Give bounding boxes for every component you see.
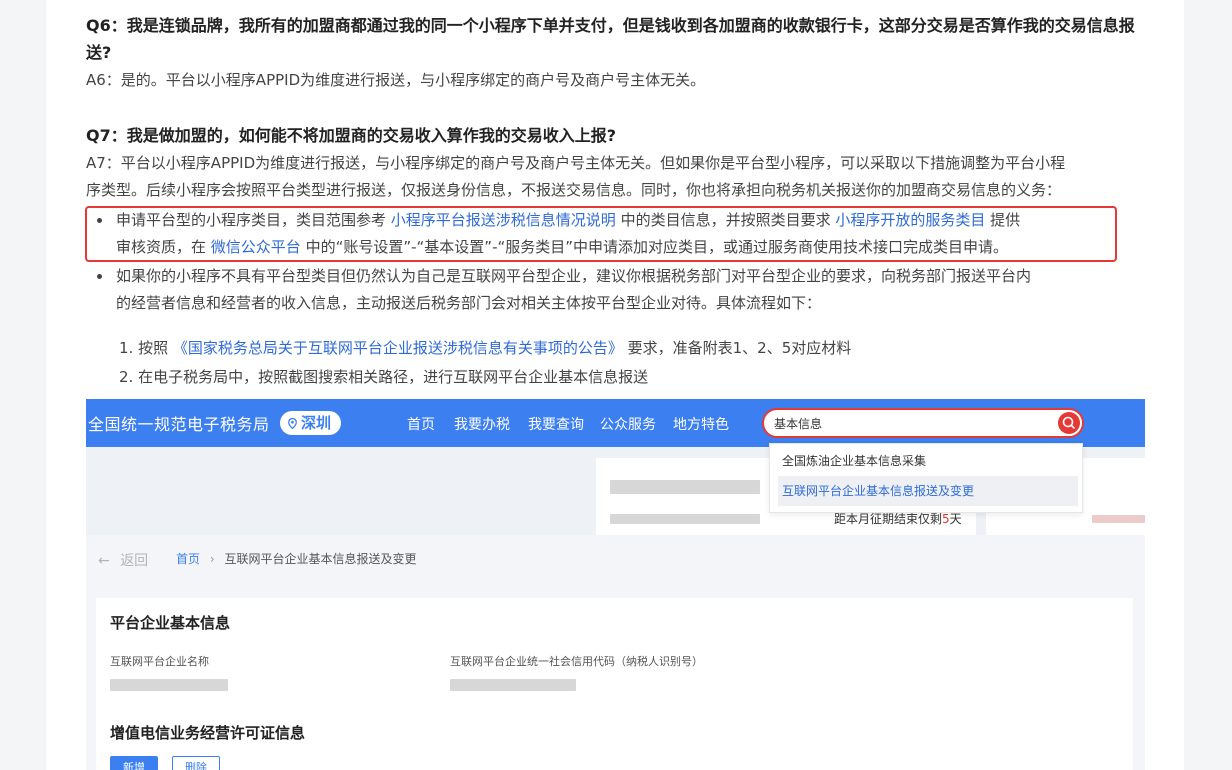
bullet-dot [97, 274, 102, 279]
step-2: 2. 在电子税务局中，按照截图搜索相关路径，进行互联网平台企业基本信息报送 [119, 368, 649, 386]
back-label: 返回 [120, 553, 149, 569]
arrow-left-icon: ← [98, 553, 110, 569]
blurred-value [450, 679, 576, 691]
nav-public-service[interactable]: 公众服务 [600, 414, 656, 434]
step-1: 1. 按照 《国家税务总局关于互联网平台企业报送涉税信息有关事项的公告》 要求，… [119, 335, 851, 361]
link-tax-announcement[interactable]: 《国家税务总局关于互联网平台企业报送涉税信息有关事项的公告》 [173, 339, 623, 357]
blurred-value [110, 679, 228, 691]
suggestion-platform-enterprise[interactable]: 互联网平台企业基本信息报送及变更 [778, 476, 1078, 506]
location-pin-icon [288, 418, 297, 429]
q6-question-line2: 送? [86, 43, 112, 62]
step1-suffix: 要求，准备附表1、2、5对应材料 [622, 339, 852, 357]
q7-answer: A7：平台以小程序APPID为维度进行报送，与小程序绑定的商户号及商户号主体无关… [86, 150, 1156, 204]
card-title: 平台企业基本信息 [110, 614, 231, 632]
delete-button[interactable]: 删除 [172, 756, 220, 770]
breadcrumb-home[interactable]: 首页 [176, 552, 200, 566]
section-title-license: 增值电信业务经营许可证信息 [110, 724, 306, 742]
breadcrumb: 首页 › 互联网平台企业基本信息报送及变更 [176, 550, 417, 567]
nav-local-features[interactable]: 地方特色 [673, 414, 729, 434]
bullet-item-platform-enterprise: 如果你的小程序不具有平台型类目但仍然认为自己是互联网平台型企业，建议你根据税务部… [97, 263, 1097, 317]
field-credit-code-label: 互联网平台企业统一社会信用代码（纳税人识别号） [450, 655, 703, 668]
bullet-item-category: 申请平台型的小程序类目，类目范围参考 小程序平台报送涉税信息情况说明 中的类目信… [97, 207, 1097, 261]
nav-query[interactable]: 我要查询 [528, 414, 584, 434]
tax-site-title: 全国统一规范电子税务局 [88, 415, 270, 434]
tax-bureau-screenshot: 全国统一规范电子税务局 深圳 首页 我要办税 我要查询 公众服务 地方特色 基本… [86, 399, 1145, 770]
blurred-text [1092, 515, 1145, 523]
q6-question-line1: Q6：我是连锁品牌，我所有的加盟商都通过我的同一个小程序下单并支付，但是钱收到各… [86, 16, 1135, 35]
deadline-days: 5 [942, 512, 950, 526]
bullet2-line1: 如果你的小程序不具有平台型类目但仍然认为自己是互联网平台型企业，建议你根据税务部… [116, 267, 1032, 285]
breadcrumb-current: 互联网平台企业基本信息报送及变更 [224, 552, 417, 566]
link-service-categories[interactable]: 小程序开放的服务类目 [835, 211, 985, 229]
bullet1-text-4: 审核资质，在 [116, 238, 211, 256]
link-tax-info-explanation[interactable]: 小程序平台报送涉税信息情况说明 [391, 211, 616, 229]
q6-question: Q6：我是连锁品牌，我所有的加盟商都通过我的同一个小程序下单并支付，但是钱收到各… [86, 12, 1156, 66]
add-button[interactable]: 新增 [110, 756, 158, 770]
bullet1-text-2: 中的类目信息，并按照类目要求 [615, 211, 836, 229]
step1-prefix: 1. 按照 [119, 339, 173, 357]
back-button[interactable]: ← 返回 [98, 550, 148, 570]
tax-site-topbar: 全国统一规范电子税务局 深圳 首页 我要办税 我要查询 公众服务 地方特色 基本… [86, 399, 1145, 447]
bullet-text: 申请平台型的小程序类目，类目范围参考 小程序平台报送涉税信息情况说明 中的类目信… [97, 207, 1097, 261]
site-search-input[interactable]: 基本信息 [762, 408, 1084, 438]
bullet1-text-1: 申请平台型的小程序类目，类目范围参考 [116, 211, 391, 229]
field-enterprise-name-label: 互联网平台企业名称 [110, 655, 209, 668]
bullet1-text-5: 中的“账号设置”-“基本设置”-“服务类目”中申请添加对应类目，或通过服务商使用… [300, 238, 1009, 256]
bullet1-text-3: 提供 [985, 211, 1021, 229]
nav-home[interactable]: 首页 [407, 414, 435, 434]
nav-tax-handling[interactable]: 我要办税 [454, 414, 510, 434]
q6-answer: A6：是的。平台以小程序APPID为维度进行报送，与小程序绑定的商户号及商户号主… [86, 71, 706, 89]
q7-answer-line1: A7：平台以小程序APPID为维度进行报送，与小程序绑定的商户号及商户号主体无关… [86, 154, 1066, 172]
q7-answer-line2: 序类型。后续小程序会按照平台类型进行报送，仅报送身份信息，不报送交易信息。同时，… [86, 181, 1062, 199]
article-page: Q6：我是连锁品牌，我所有的加盟商都通过我的同一个小程序下单并支付，但是钱收到各… [46, 0, 1184, 770]
blurred-text [610, 480, 760, 494]
bullet-dot [97, 218, 102, 223]
search-button[interactable] [1058, 412, 1080, 434]
q7-question: Q7：我是做加盟的，如何能不将加盟商的交易收入算作我的交易收入上报? [86, 126, 617, 145]
bullet2-line2: 的经营者信息和经营者的收入信息，主动报送后税务部门会对相关主体按平台型企业对待。… [116, 294, 822, 312]
search-suggestions: 全国炼油企业基本信息采集 互联网平台企业基本信息报送及变更 [769, 443, 1083, 513]
search-input-value: 基本信息 [774, 417, 823, 431]
chevron-right-icon: › [209, 552, 215, 566]
deadline-text: 距本月征期结束仅剩 [834, 512, 943, 526]
city-name: 深圳 [301, 414, 332, 432]
search-icon [1062, 416, 1075, 429]
suggestion-oil-refining[interactable]: 全国炼油企业基本信息采集 [778, 446, 1078, 476]
blurred-text [610, 514, 760, 524]
bullet-text: 如果你的小程序不具有平台型类目但仍然认为自己是互联网平台型企业，建议你根据税务部… [97, 263, 1097, 317]
link-wechat-platform[interactable]: 微信公众平台 [211, 238, 301, 256]
deadline-unit: 天 [949, 512, 962, 526]
enterprise-info-card: 平台企业基本信息 互联网平台企业名称 互联网平台企业统一社会信用代码（纳税人识别… [96, 598, 1133, 770]
city-selector[interactable]: 深圳 [280, 411, 342, 435]
